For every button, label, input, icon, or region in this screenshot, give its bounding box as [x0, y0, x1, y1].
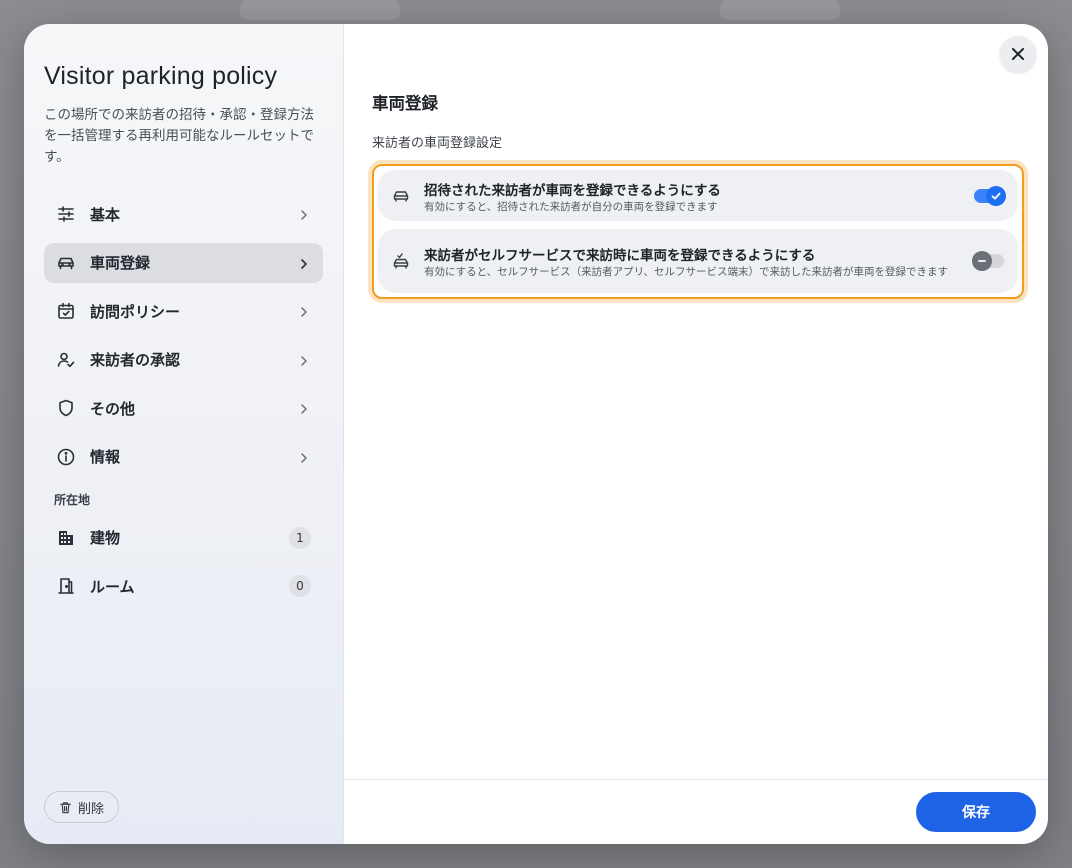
setting-title: 来訪者がセルフサービスで来訪時に車両を登録できるようにする [424, 248, 816, 264]
count-badge: 1 [289, 526, 311, 549]
self-service-vehicle-toggle[interactable] [972, 251, 1004, 271]
trash-icon [59, 801, 72, 814]
count-badge: 0 [289, 575, 311, 597]
modal-sidebar: Visitor parking policy この場所での来訪者の招待・承認・登… [24, 24, 344, 844]
background-tab [720, 0, 840, 20]
door-icon [56, 576, 76, 596]
sidebar-item-visitor-approval[interactable]: 来訪者の承認 [44, 340, 323, 380]
policy-modal: Visitor parking policy この場所での来訪者の招待・承認・登… [24, 24, 1048, 844]
sidebar-item-label: 車両登録 [90, 254, 151, 272]
sidebar-item-label: 建物 [90, 529, 121, 547]
chevron-right-icon [297, 207, 311, 221]
chevron-right-icon [297, 256, 311, 270]
sidebar-item-other[interactable]: その他 [44, 388, 323, 428]
info-icon [56, 447, 76, 467]
sidebar-item-label: 訪問ポリシー [90, 302, 181, 321]
chevron-right-icon [297, 450, 311, 464]
sliders-icon [56, 204, 76, 224]
section-heading: 車両登録 [372, 94, 438, 113]
shield-icon [56, 398, 76, 418]
checkmark-icon [986, 185, 1006, 206]
calendar-check-icon [56, 301, 76, 321]
modal-content-panel: 車両登録 来訪者の車両登録設定 招待された来訪者が車両を登録できるようにする 有… [344, 24, 1048, 844]
sidebar-nav: 基本 車両登録 訪問ポリシー 来訪者の承認 その他 情報 [44, 194, 323, 477]
setting-title: 招待された来訪者が車両を登録できるようにする [424, 182, 721, 199]
setting-text: 招待された来訪者が車両を登録できるようにする 有効にすると、招待された来訪者が自… [424, 179, 964, 213]
sidebar-item-label: その他 [90, 399, 136, 418]
minus-icon [972, 251, 992, 271]
settings-content: 車両登録 来訪者の車両登録設定 招待された来訪者が車両を登録できるようにする 有… [344, 24, 1048, 299]
sidebar-item-rooms[interactable]: ルーム 0 [44, 566, 323, 606]
delete-button[interactable]: 削除 [44, 791, 120, 823]
close-button[interactable] [1000, 36, 1036, 72]
chevron-right-icon [297, 401, 311, 415]
vehicle-settings-group: 招待された来訪者が車両を登録できるようにする 有効にすると、招待された来訪者が自… [372, 164, 1024, 299]
chevron-right-icon [297, 353, 311, 367]
chevron-right-icon [297, 304, 311, 318]
sidebar-item-info[interactable]: 情報 [44, 437, 323, 477]
sidebar-item-label: ルーム [90, 577, 135, 596]
car-arrival-icon [392, 252, 410, 270]
background-tab [240, 0, 400, 20]
delete-button-label: 削除 [78, 801, 105, 817]
sidebar-item-label: 情報 [90, 448, 121, 466]
section-subheading: 来訪者の車両登録設定 [372, 136, 503, 151]
building-icon [56, 528, 76, 548]
modal-title: Visitor parking policy [44, 62, 278, 90]
modal-footer: 保存 [344, 779, 1048, 844]
setting-description: 有効にすると、セルフサービス（来訪者アプリ、セルフサービス端末）で来訪した来訪者… [424, 266, 949, 278]
sidebar-item-visit-policy[interactable]: 訪問ポリシー [44, 291, 323, 331]
setting-text: 来訪者がセルフサービスで来訪時に車両を登録できるようにする 有効にすると、セルフ… [424, 244, 964, 278]
setting-description: 有効にすると、招待された来訪者が自分の車両を登録できます [424, 200, 718, 213]
modal-description: この場所での来訪者の招待・承認・登録方法を一括管理する再利用可能なルールセットで… [44, 107, 314, 165]
setting-row-self-service-vehicle[interactable]: 来訪者がセルフサービスで来訪時に車両を登録できるようにする 有効にすると、セルフ… [378, 229, 1018, 293]
sidebar-item-label: 基本 [90, 205, 121, 224]
sidebar-item-vehicle-registration[interactable]: 車両登録 [44, 242, 323, 283]
close-icon [1010, 46, 1026, 62]
sidebar-item-label: 来訪者の承認 [90, 351, 181, 369]
invited-vehicle-toggle[interactable] [974, 185, 1006, 206]
setting-row-invited-vehicle[interactable]: 招待された来訪者が車両を登録できるようにする 有効にすると、招待された来訪者が自… [378, 170, 1018, 221]
save-button[interactable]: 保存 [916, 792, 1036, 832]
car-icon [56, 253, 76, 273]
locations-nav: 建物 1 ルーム 0 [44, 518, 323, 607]
sidebar-item-basic[interactable]: 基本 [44, 194, 323, 234]
user-check-icon [56, 350, 76, 370]
sidebar-item-buildings[interactable]: 建物 1 [44, 518, 323, 558]
car-icon [392, 187, 410, 205]
section-label-location: 所在地 [54, 492, 91, 507]
